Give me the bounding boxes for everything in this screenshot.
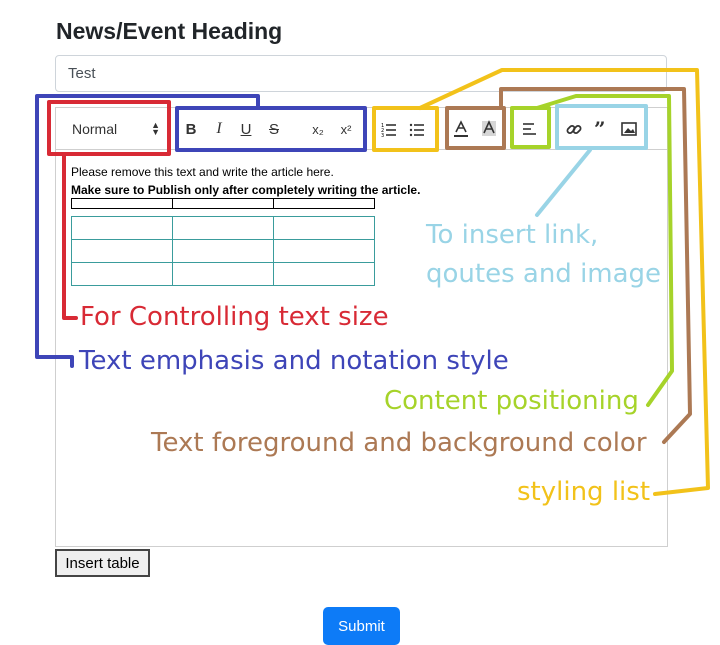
annotation-link-line xyxy=(535,148,592,217)
annotation-list-box xyxy=(372,106,439,152)
annotation-text-emphasis: Text emphasis and notation style xyxy=(79,346,509,376)
annotation-text-color: Text foreground and background color xyxy=(151,428,647,458)
annotation-text-list: styling list xyxy=(517,477,651,507)
annotation-color-box xyxy=(445,106,506,150)
annotation-size-box xyxy=(47,100,171,156)
annotation-text-link: To insert link, qoutes and image xyxy=(426,216,661,294)
annotation-link-box xyxy=(555,104,648,150)
annotation-link-line-2: qoutes and image xyxy=(426,259,662,289)
annotation-emphasis-box xyxy=(175,106,367,152)
annotation-align-box xyxy=(510,106,551,149)
annotation-text-positioning: Content positioning xyxy=(384,386,639,416)
annotation-text-size: For Controlling text size xyxy=(80,302,389,332)
annotation-link-line-1: To insert link, xyxy=(426,220,599,250)
annotation-size-line xyxy=(62,152,78,320)
